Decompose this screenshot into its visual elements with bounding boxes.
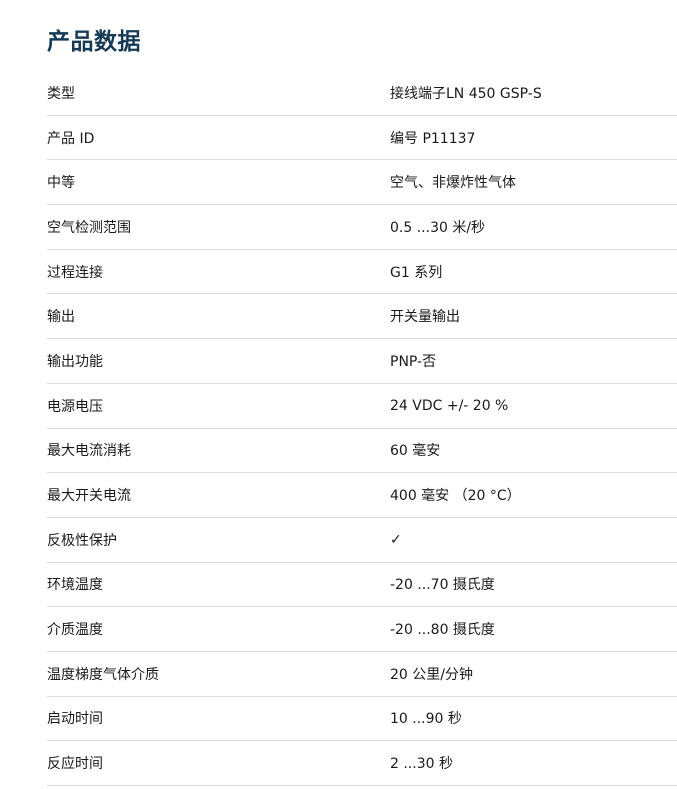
spec-label: 电源电压 xyxy=(47,398,103,415)
spec-row-response-time: 反应时间 2 ...30 秒 xyxy=(47,741,677,786)
spec-label: 启动时间 xyxy=(47,711,103,728)
spec-row-supply-voltage: 电源电压 24 VDC +/- 20 % xyxy=(47,384,677,429)
spec-row-temperature-gradient: 温度梯度气体介质 20 公里/分钟 xyxy=(47,652,677,697)
product-data-page: 产品数据 类型 接线端子LN 450 GSP-S 产品 ID 编号 P11137… xyxy=(0,0,677,789)
spec-value: 60 毫安 xyxy=(390,443,441,460)
check-icon: ✓ xyxy=(390,531,402,548)
spec-row-reverse-polarity-protection: 反极性保护 ✓ xyxy=(47,518,677,563)
spec-value: G1 系列 xyxy=(390,264,443,281)
spec-row-medium: 中等 空气、非爆炸性气体 xyxy=(47,160,677,206)
spec-row-max-current-consumption: 最大电流消耗 60 毫安 xyxy=(47,429,677,474)
spec-label: 反应时间 xyxy=(47,756,103,773)
spec-row-process-connection: 过程连接 G1 系列 xyxy=(47,250,677,295)
spec-value: 空气、非爆炸性气体 xyxy=(390,175,516,192)
spec-row-air-detection-range: 空气检测范围 0.5 ...30 米/秒 xyxy=(47,205,677,250)
spec-value: 2 ...30 秒 xyxy=(390,756,453,773)
spec-value: 400 毫安 （20 °C） xyxy=(390,488,521,505)
spec-label: 输出功能 xyxy=(47,353,103,370)
spec-row-type: 类型 接线端子LN 450 GSP-S xyxy=(47,71,677,116)
spec-row-output-function: 输出功能 PNP-否 xyxy=(47,339,677,384)
spec-row-output: 输出 开关量输出 xyxy=(47,294,677,340)
spec-value: 编号 P11137 xyxy=(390,130,476,147)
spec-row-startup-time: 启动时间 10 ...90 秒 xyxy=(47,697,677,742)
spec-value: -20 ...70 摄氏度 xyxy=(390,577,495,594)
spec-label: 最大电流消耗 xyxy=(47,443,131,460)
spec-row-max-switching-current: 最大开关电流 400 毫安 （20 °C） xyxy=(47,473,677,518)
spec-value: 接线端子LN 450 GSP-S xyxy=(390,85,542,102)
spec-value: 20 公里/分钟 xyxy=(390,666,473,683)
spec-value: PNP-否 xyxy=(390,353,437,370)
spec-label: 介质温度 xyxy=(47,622,103,639)
spec-value: 0.5 ...30 米/秒 xyxy=(390,219,486,236)
spec-label: 温度梯度气体介质 xyxy=(47,666,159,683)
spec-label: 过程连接 xyxy=(47,264,103,281)
spec-row-ambient-temperature: 环境温度 -20 ...70 摄氏度 xyxy=(47,563,677,608)
spec-value: 开关量输出 xyxy=(390,309,460,326)
spec-label: 空气检测范围 xyxy=(47,219,131,236)
spec-value: 10 ...90 秒 xyxy=(390,711,462,728)
spec-value: -20 ...80 摄氏度 xyxy=(390,622,495,639)
spec-table: 类型 接线端子LN 450 GSP-S 产品 ID 编号 P11137 中等 空… xyxy=(47,71,677,786)
spec-label: 环境温度 xyxy=(47,577,103,594)
section-title: 产品数据 xyxy=(47,29,141,55)
spec-value: 24 VDC +/- 20 % xyxy=(390,397,509,414)
spec-row-product-id: 产品 ID 编号 P11137 xyxy=(47,116,677,161)
spec-label: 中等 xyxy=(47,175,75,192)
spec-label: 类型 xyxy=(47,85,75,102)
spec-row-medium-temperature: 介质温度 -20 ...80 摄氏度 xyxy=(47,607,677,652)
spec-label: 输出 xyxy=(47,309,75,326)
spec-label: 产品 ID xyxy=(47,130,95,147)
spec-label: 最大开关电流 xyxy=(47,488,131,505)
spec-label: 反极性保护 xyxy=(47,532,117,549)
